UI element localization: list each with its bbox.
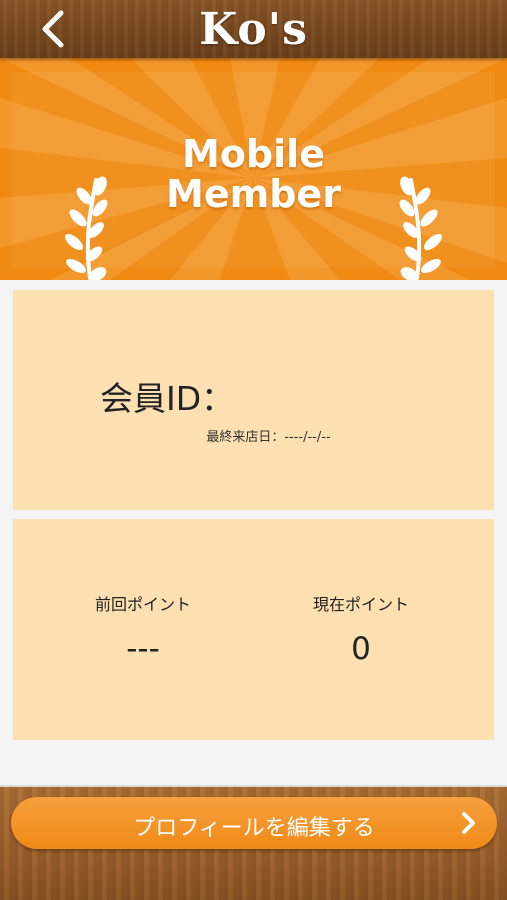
points-card: 前回ポイント --- 現在ポイント 0 <box>13 519 494 740</box>
header-bar: Ko's <box>0 0 507 58</box>
edit-profile-button[interactable]: プロフィールを編集する <box>11 797 497 849</box>
current-points-label: 現在ポイント <box>312 595 409 614</box>
app-logo: Ko's <box>199 3 308 55</box>
previous-points: 前回ポイント --- <box>43 591 243 667</box>
current-points-value: 0 <box>351 631 371 667</box>
mobile-member-banner: Mobile Member <box>0 58 507 280</box>
current-points: 現在ポイント 0 <box>261 591 461 667</box>
last-visit-date: 最終来店日：----/--/-- <box>206 430 331 445</box>
banner-title-line1: Mobile <box>182 132 325 176</box>
previous-points-label: 前回ポイント <box>94 595 191 614</box>
chevron-right-icon <box>462 812 475 834</box>
footer-divider <box>0 785 507 787</box>
edit-profile-label: プロフィールを編集する <box>133 816 375 841</box>
member-info-card: 会員ID： 最終来店日：----/--/-- <box>13 290 494 510</box>
member-id-label: 会員ID： <box>100 379 235 418</box>
previous-points-value: --- <box>126 631 160 667</box>
laurel-right-icon <box>399 176 443 280</box>
